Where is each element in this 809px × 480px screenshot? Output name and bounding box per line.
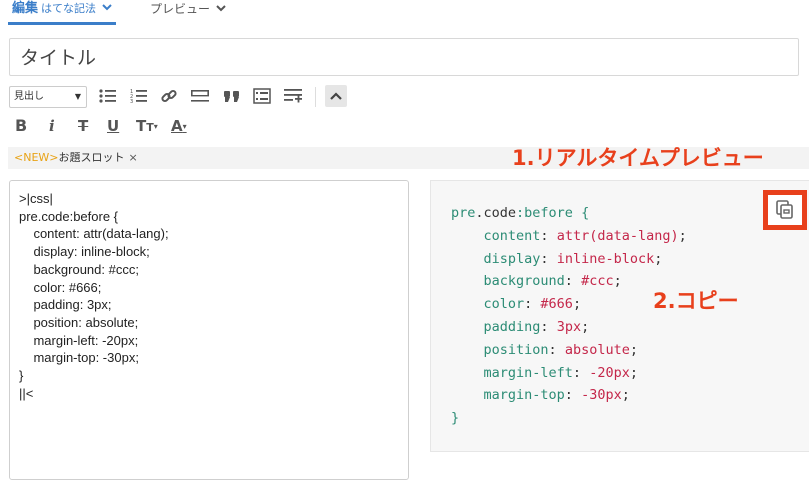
text-color-label: A — [171, 117, 183, 135]
code-line: background: #ccc; — [483, 273, 622, 290]
insert-block-icon — [284, 89, 302, 103]
code-line: } — [451, 407, 687, 430]
code-selector: :before — [516, 205, 573, 221]
code-property: padding — [483, 318, 541, 335]
font-size-button[interactable]: TT▾ — [136, 116, 158, 136]
italic-button[interactable]: i — [49, 116, 55, 136]
code-brace: { — [581, 205, 590, 221]
strikethrough-button[interactable]: T — [78, 116, 88, 136]
code-property: margin-left — [483, 364, 573, 381]
caret-down-icon: ▾ — [153, 122, 158, 131]
bullet-list-icon — [99, 89, 116, 103]
code-selector: .code — [475, 205, 517, 221]
editor-textarea[interactable]: >|css| pre.code:before { content: attr(d… — [9, 180, 409, 480]
svg-text:3: 3 — [130, 99, 133, 104]
chevron-up-icon — [330, 92, 342, 100]
quote-icon — [224, 91, 239, 102]
list-box-icon — [253, 88, 271, 104]
code-value: absolute — [564, 341, 630, 358]
code-value: #666 — [540, 296, 573, 313]
table-button[interactable] — [251, 85, 273, 107]
title-input[interactable]: タイトル — [9, 38, 799, 76]
title-placeholder: タイトル — [20, 47, 97, 69]
code-value: -20px — [589, 364, 630, 381]
link-icon — [161, 89, 177, 103]
code-value: -30px — [581, 387, 622, 404]
tab-edit-mode: はてな記法 — [41, 2, 97, 15]
code-line: color: #666; — [483, 296, 582, 313]
code-block: pre.code:before { content: attr(data-lan… — [451, 202, 687, 430]
copy-button[interactable] — [763, 190, 807, 230]
code-line: position: absolute; — [483, 341, 638, 358]
tab-edit-label: 編集 — [12, 1, 39, 16]
code-brace: } — [451, 410, 460, 427]
toolbar-primary: 見出し ▼ 123 — [9, 85, 809, 109]
caret-down-icon: ▾ — [182, 122, 187, 131]
code-property: color — [483, 296, 525, 313]
bullet-list-button[interactable] — [97, 85, 119, 107]
code-property: background — [483, 273, 565, 290]
code-line: margin-top: -30px; — [483, 387, 630, 404]
topic-slot-link[interactable]: お題スロット — [59, 151, 125, 164]
close-icon[interactable]: × — [129, 151, 138, 164]
numbered-list-button[interactable]: 123 — [128, 85, 150, 107]
chevron-down-icon — [216, 1, 226, 19]
heading-select-value: 見出し — [14, 91, 44, 102]
underline-button[interactable]: U — [107, 116, 119, 136]
horizontal-rule-icon — [191, 90, 209, 102]
numbered-list-icon: 123 — [130, 89, 147, 104]
annotation-copy: 2.コピー — [653, 289, 739, 313]
code-line: content: attr(data-lang); — [483, 227, 687, 244]
tab-preview-label: プレビュー — [150, 2, 211, 16]
text-color-button[interactable]: A▾ — [171, 116, 187, 136]
copy-icon — [776, 200, 793, 219]
code-line: display: inline-block; — [483, 250, 663, 267]
code-line: pre.code:before { — [451, 202, 687, 225]
code-value: 3px — [556, 318, 582, 335]
toolbar-divider — [315, 87, 316, 107]
bold-button[interactable]: B — [15, 116, 27, 136]
code-value: attr(data-lang) — [556, 227, 679, 244]
collapse-toolbar-button[interactable] — [325, 85, 347, 107]
new-badge: <NEW> — [14, 151, 59, 164]
font-size-small: T — [146, 121, 154, 134]
heading-select[interactable]: 見出し ▼ — [9, 86, 87, 108]
more-tools-button[interactable] — [282, 85, 304, 107]
preview-pane: pre.code:before { content: attr(data-lan… — [430, 180, 809, 452]
horizontal-rule-button[interactable] — [189, 85, 211, 107]
tab-preview[interactable]: プレビュー — [150, 0, 226, 22]
code-value: #ccc — [581, 273, 614, 290]
code-line: padding: 3px; — [483, 318, 590, 335]
caret-down-icon: ▼ — [74, 92, 81, 101]
font-size-large: T — [136, 117, 147, 135]
blockquote-button[interactable] — [221, 85, 243, 107]
code-value: inline-block — [556, 250, 655, 267]
tab-edit[interactable]: 編集 はてな記法 — [8, 0, 117, 25]
editor-tabs: 編集 はてな記法 プレビュー — [0, 0, 809, 26]
code-line: margin-left: -20px; — [483, 364, 638, 381]
link-button[interactable] — [158, 85, 180, 107]
code-selector: pre — [451, 205, 476, 221]
annotation-realtime-preview: 1.リアルタイムプレビュー — [512, 146, 764, 170]
code-property: display — [483, 250, 541, 267]
code-property: margin-top — [483, 387, 565, 404]
editor-content: >|css| pre.code:before { content: attr(d… — [19, 191, 169, 401]
code-property: content — [483, 227, 541, 244]
code-property: position — [483, 341, 549, 358]
chevron-down-icon — [102, 0, 112, 18]
toolbar-format: B i T U TT▾ A▾ — [9, 116, 409, 138]
